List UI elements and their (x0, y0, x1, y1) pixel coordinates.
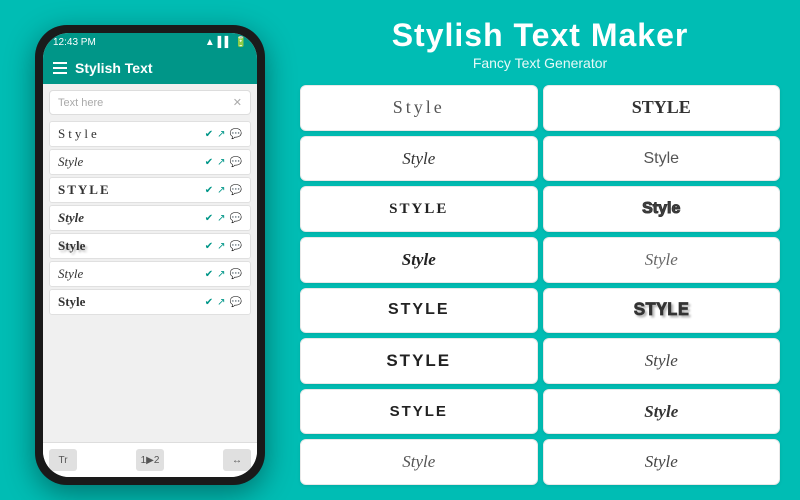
list-item-text: Style (58, 238, 85, 254)
list-item[interactable]: Style ✔ ↗ 💬 (49, 233, 251, 259)
share-icon[interactable]: ↗ (217, 213, 225, 224)
style-card[interactable]: Style (300, 439, 538, 485)
phone-bottom-bar: Tr 1▶2 ↔ (43, 442, 257, 477)
copy-icon[interactable]: ✔ (205, 241, 213, 252)
style-card-text: STYLE (389, 201, 448, 218)
whatsapp-icon[interactable]: 💬 (230, 213, 242, 224)
phone-mockup: 12:43 PM ▲ ▌▌ 🔋 Stylish Text Text here ✕ (35, 25, 265, 485)
style-card-text: Style (402, 149, 435, 169)
whatsapp-icon[interactable]: 💬 (230, 129, 242, 140)
app-title: Stylish Text Maker (300, 18, 780, 53)
style-card-text: Style (645, 351, 678, 371)
share-icon[interactable]: ↗ (217, 157, 225, 168)
copy-icon[interactable]: ✔ (205, 129, 213, 140)
style-card-text: Style (402, 250, 436, 270)
list-item[interactable]: Style ✔ ↗ 💬 (49, 289, 251, 315)
copy-icon[interactable]: ✔ (205, 185, 213, 196)
list-item-text: STYLE (58, 182, 111, 198)
toolbar-title: Stylish Text (75, 60, 153, 76)
style-card-text: STYLE (388, 301, 450, 319)
style-card[interactable]: Style (300, 85, 538, 131)
font-button[interactable]: Tr (49, 449, 77, 471)
style-card[interactable]: Style (543, 389, 781, 435)
search-placeholder: Text here (58, 97, 103, 109)
share-icon[interactable]: ↗ (217, 185, 225, 196)
style-card-text: 𝐒𝐓𝐘𝐋𝐄 (634, 300, 689, 320)
style-card[interactable]: Style (543, 439, 781, 485)
right-section: Stylish Text Maker Fancy Text Generator … (290, 0, 800, 500)
list-item[interactable]: Style ✔ ↗ 💬 (49, 205, 251, 231)
style-card[interactable]: Style (543, 338, 781, 384)
style-list: Style ✔ ↗ 💬 Style ✔ ↗ 💬 (43, 121, 257, 315)
list-item-actions: ✔ ↗ 💬 (205, 129, 242, 140)
list-item-text: Style (58, 210, 84, 226)
style-card[interactable]: 𝐒𝐓𝐘𝐋𝐄 (543, 288, 781, 334)
whatsapp-icon[interactable]: 💬 (230, 269, 242, 280)
status-time: 12:43 PM (53, 37, 96, 48)
share-icon[interactable]: ↗ (217, 129, 225, 140)
whatsapp-icon[interactable]: 💬 (230, 297, 242, 308)
style-card-text: STYLE (632, 97, 691, 118)
share-icon[interactable]: ↗ (217, 297, 225, 308)
search-bar[interactable]: Text here ✕ (49, 90, 251, 115)
style-card-text: Style (402, 452, 435, 472)
list-item-actions: ✔ ↗ 💬 (205, 297, 242, 308)
phone-toolbar: Stylish Text (43, 52, 257, 84)
style-card-text: Style (643, 150, 679, 168)
style-card-text: STYLE (390, 403, 448, 420)
style-card[interactable]: Style (543, 136, 781, 182)
style-grid: Style STYLE Style Style STYLE Style Styl… (300, 85, 780, 485)
hamburger-icon[interactable] (53, 62, 67, 74)
phone-content: Text here ✕ Style ✔ ↗ 💬 Style (43, 84, 257, 442)
style-card[interactable]: STYLE (300, 338, 538, 384)
style-card-text: STYLE (386, 351, 451, 371)
style-card[interactable]: Style (300, 136, 538, 182)
list-item[interactable]: STYLE ✔ ↗ 💬 (49, 177, 251, 203)
style-card[interactable]: STYLE (300, 389, 538, 435)
list-item-actions: ✔ ↗ 💬 (205, 241, 242, 252)
status-bar: 12:43 PM ▲ ▌▌ 🔋 (43, 33, 257, 52)
clear-icon[interactable]: ✕ (233, 96, 242, 109)
copy-icon[interactable]: ✔ (205, 269, 213, 280)
share-icon[interactable]: ↗ (217, 241, 225, 252)
share-icon[interactable]: ↗ (217, 269, 225, 280)
list-item-text: Style (58, 294, 85, 310)
style-card[interactable]: STYLE (300, 186, 538, 232)
list-item-actions: ✔ ↗ 💬 (205, 157, 242, 168)
app-header: Stylish Text Maker Fancy Text Generator (300, 18, 780, 71)
list-item-actions: ✔ ↗ 💬 (205, 269, 242, 280)
whatsapp-icon[interactable]: 💬 (230, 185, 242, 196)
list-item[interactable]: Style ✔ ↗ 💬 (49, 121, 251, 147)
copy-icon[interactable]: ✔ (205, 297, 213, 308)
copy-icon[interactable]: ✔ (205, 213, 213, 224)
phone-section: 12:43 PM ▲ ▌▌ 🔋 Stylish Text Text here ✕ (0, 0, 290, 500)
style-card[interactable]: STYLE (300, 288, 538, 334)
list-item-text: Style (58, 154, 83, 170)
list-item-text: Style (58, 266, 83, 282)
whatsapp-icon[interactable]: 💬 (230, 157, 242, 168)
convert-button[interactable]: 1▶2 (136, 449, 164, 471)
style-card-text: Style (645, 250, 678, 270)
style-card-text: Style (644, 402, 678, 422)
list-item[interactable]: Style ✔ ↗ 💬 (49, 261, 251, 287)
copy-icon[interactable]: ✔ (205, 157, 213, 168)
list-item-text: Style (58, 126, 100, 142)
style-card[interactable]: Style (543, 186, 781, 232)
style-card-text: Style (645, 452, 678, 472)
list-item-actions: ✔ ↗ 💬 (205, 185, 242, 196)
style-card[interactable]: Style (543, 237, 781, 283)
style-card[interactable]: Style (300, 237, 538, 283)
list-item[interactable]: Style ✔ ↗ 💬 (49, 149, 251, 175)
style-card[interactable]: STYLE (543, 85, 781, 131)
style-card-text: Style (393, 97, 445, 118)
style-card-text: Style (642, 200, 680, 218)
app-subtitle: Fancy Text Generator (300, 55, 780, 71)
expand-button[interactable]: ↔ (223, 449, 251, 471)
status-icons: ▲ ▌▌ 🔋 (205, 37, 247, 48)
list-item-actions: ✔ ↗ 💬 (205, 213, 242, 224)
phone-screen: 12:43 PM ▲ ▌▌ 🔋 Stylish Text Text here ✕ (43, 33, 257, 477)
whatsapp-icon[interactable]: 💬 (230, 241, 242, 252)
